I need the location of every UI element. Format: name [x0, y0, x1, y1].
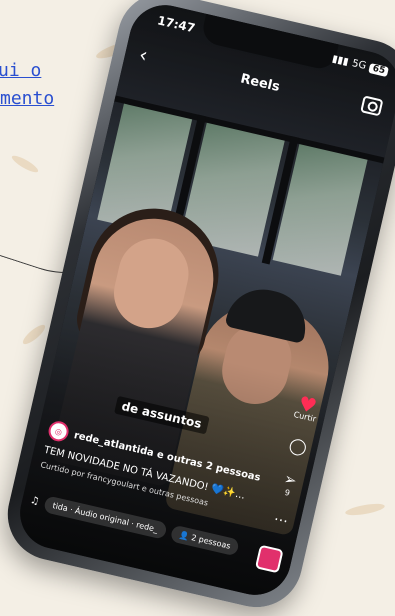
tutorial-link-line1: ui o — [0, 60, 42, 81]
share-count: 9 — [283, 487, 291, 498]
phone-frame: 17:47 ▮▮▮ 5G 65 ‹ Reels de assuntos ♥ Cu… — [0, 0, 395, 616]
music-note-icon: ♫ — [29, 494, 41, 508]
people-icon: 👤 — [178, 530, 190, 542]
share-button[interactable]: ➢ 9 — [280, 469, 298, 498]
send-icon: ➢ — [282, 469, 299, 490]
instagram-avatar-icon: ◎ — [46, 419, 71, 444]
more-icon[interactable]: ⋯ — [272, 511, 289, 530]
tutorial-link[interactable]: ui o — [0, 60, 41, 82]
decorative-stroke — [20, 322, 48, 347]
decorative-stroke — [344, 501, 386, 518]
phone-mockup: 17:47 ▮▮▮ 5G 65 ‹ Reels de assuntos ♥ Cu… — [0, 0, 395, 616]
comment-icon[interactable]: ◯ — [287, 435, 309, 458]
reels-screen: 17:47 ▮▮▮ 5G 65 ‹ Reels de assuntos ♥ Cu… — [13, 0, 395, 602]
